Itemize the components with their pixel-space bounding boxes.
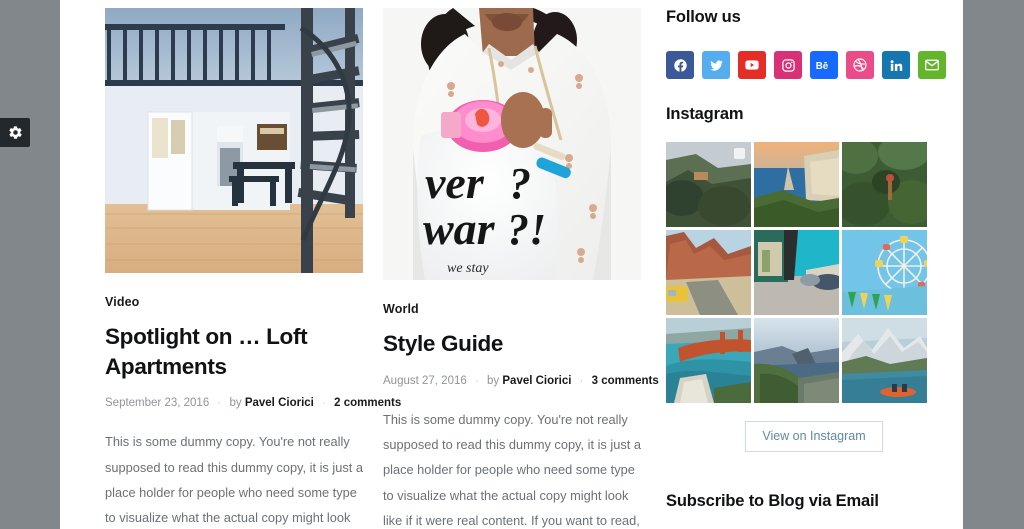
admin-settings-tab[interactable] xyxy=(0,118,30,147)
post-meta: August 27, 2016 · by Pavel Ciorici · 3 c… xyxy=(383,373,659,389)
svg-text:ver: ver xyxy=(425,157,485,208)
post-category[interactable]: World xyxy=(383,302,641,317)
svg-text:?: ? xyxy=(509,159,531,208)
instagram-thumbnail[interactable] xyxy=(754,142,839,227)
post-featured-image[interactable]: ver war ? ?! we stay xyxy=(383,8,641,280)
widget-follow-us: Follow us Bē xyxy=(666,8,962,79)
svg-text:we stay: we stay xyxy=(447,261,489,276)
behance-icon[interactable]: Bē xyxy=(810,51,838,79)
youtube-icon[interactable] xyxy=(738,51,766,79)
meta-separator: · xyxy=(474,374,479,387)
page-canvas: Video Spotlight on … Loft Apartments Sep… xyxy=(60,0,963,529)
post-by-label: by xyxy=(229,397,242,410)
post-title[interactable]: Spotlight on … Loft Apartments xyxy=(105,322,363,381)
page-layout: Video Spotlight on … Loft Apartments Sep… xyxy=(60,0,963,529)
instagram-thumbnail[interactable] xyxy=(666,142,751,227)
instagram-thumbnail[interactable] xyxy=(842,230,927,315)
social-icon-row: Bē xyxy=(666,51,962,79)
twitter-icon[interactable] xyxy=(702,51,730,79)
instagram-icon[interactable] xyxy=(774,51,802,79)
meta-separator: · xyxy=(579,374,584,387)
dribbble-icon[interactable] xyxy=(846,51,874,79)
instagram-thumbnail[interactable] xyxy=(754,230,839,315)
post-author[interactable]: Pavel Ciorici xyxy=(245,397,314,409)
svg-text:Bē: Bē xyxy=(816,61,829,72)
facebook-icon[interactable] xyxy=(666,51,694,79)
sidebar: Follow us Bē Instagram View on Instagram… xyxy=(662,8,962,529)
post-by-label: by xyxy=(487,374,500,387)
post-meta: September 23, 2016 · by Pavel Ciorici · … xyxy=(105,395,401,411)
gear-icon xyxy=(8,125,23,140)
post-grid: Video Spotlight on … Loft Apartments Sep… xyxy=(60,8,662,529)
meta-separator: · xyxy=(217,397,222,410)
instagram-thumbnail[interactable] xyxy=(842,318,927,403)
instagram-thumbnail[interactable] xyxy=(842,142,927,227)
svg-text:?!: ?! xyxy=(507,205,546,254)
widget-title-follow-us: Follow us xyxy=(666,8,741,26)
widget-subscribe: Subscribe to Blog via Email Enter your e… xyxy=(666,492,962,529)
post-excerpt: This is some dummy copy. You're not real… xyxy=(383,411,641,529)
email-icon[interactable] xyxy=(918,51,946,79)
widget-instagram: Instagram View on Instagram xyxy=(666,105,962,452)
widget-title-instagram: Instagram xyxy=(666,105,744,123)
post-featured-image[interactable] xyxy=(105,8,363,273)
post-title[interactable]: Style Guide xyxy=(383,329,641,359)
instagram-thumbnail[interactable] xyxy=(666,230,751,315)
post-card: ver war ? ?! we stay World Style Guide A… xyxy=(383,8,659,529)
svg-text:war: war xyxy=(423,203,496,254)
post-card: Video Spotlight on … Loft Apartments Sep… xyxy=(105,8,401,529)
post-date: September 23, 2016 xyxy=(105,397,210,410)
instagram-thumbnail[interactable] xyxy=(666,318,751,403)
post-comments-count[interactable]: 3 comments xyxy=(592,375,659,387)
post-date: August 27, 2016 xyxy=(383,374,467,387)
post-author[interactable]: Pavel Ciorici xyxy=(502,375,571,387)
widget-title-subscribe: Subscribe to Blog via Email xyxy=(666,491,879,510)
instagram-thumbnail[interactable] xyxy=(754,318,839,403)
post-category[interactable]: Video xyxy=(105,295,363,310)
post-excerpt: This is some dummy copy. You're not real… xyxy=(105,434,363,526)
instagram-button-wrap: View on Instagram xyxy=(666,421,962,452)
linkedin-icon[interactable] xyxy=(882,51,910,79)
meta-separator: · xyxy=(322,397,326,410)
instagram-multi-badge xyxy=(734,148,745,159)
view-on-instagram-button[interactable]: View on Instagram xyxy=(745,421,883,452)
instagram-grid xyxy=(666,142,927,403)
